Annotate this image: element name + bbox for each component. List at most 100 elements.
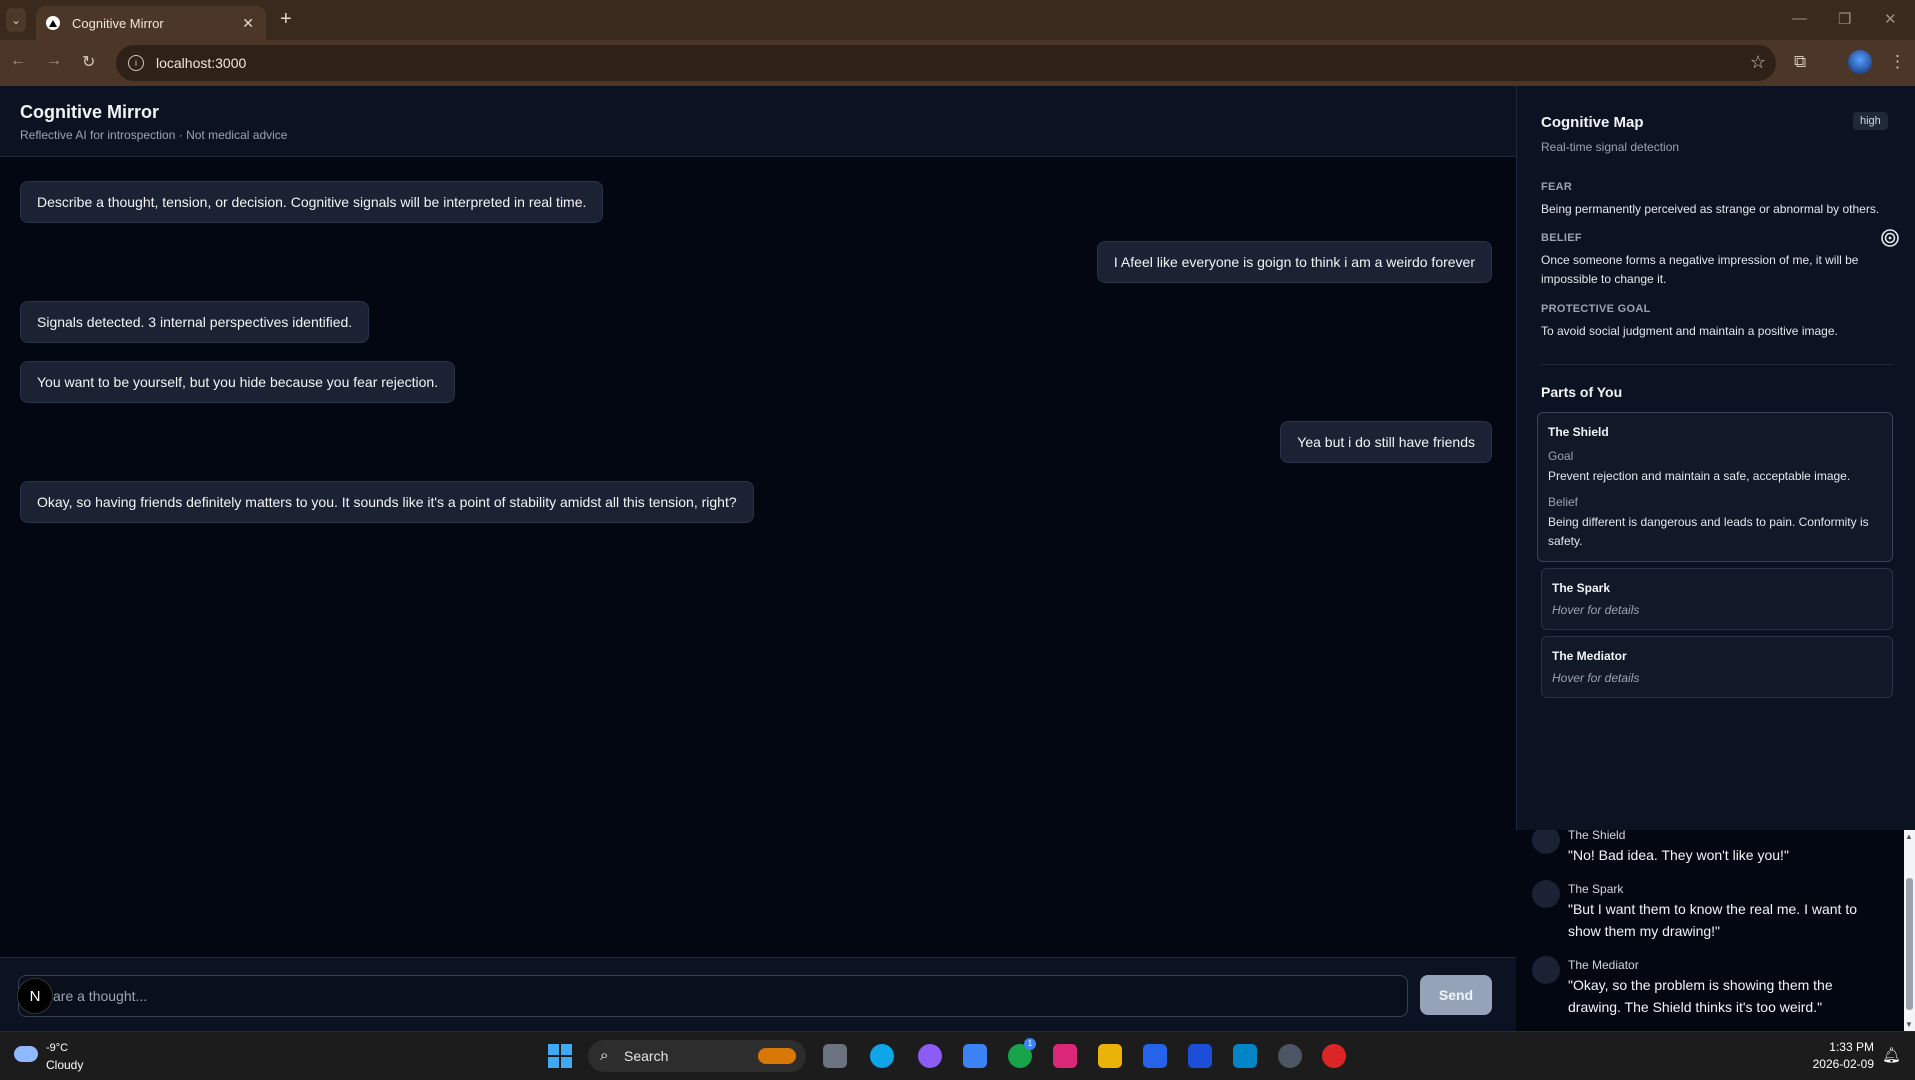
- signal-label-belief: BELIEF: [1541, 232, 1582, 244]
- user-message: Yea but i do still have friends: [1280, 421, 1492, 463]
- dialogue-scrollbar[interactable]: ▲ ▼: [1904, 830, 1915, 1031]
- speaker-name: The Spark: [1568, 882, 1624, 896]
- divider: [1541, 364, 1893, 365]
- search-highlight-icon: [758, 1048, 796, 1064]
- file-explorer-icon[interactable]: [1098, 1044, 1122, 1068]
- part-belief-text: Being different is dangerous and leads t…: [1548, 515, 1869, 548]
- tab-close-icon[interactable]: ✕: [242, 15, 254, 32]
- windows-start-icon[interactable]: [548, 1044, 572, 1068]
- url-text[interactable]: localhost:3000: [156, 55, 246, 71]
- system-clock[interactable]: 1:33 PM 2026-02-09: [1810, 1040, 1874, 1071]
- forward-icon[interactable]: →: [46, 52, 62, 70]
- part-goal-label: Goal: [1548, 449, 1574, 463]
- chat-area: Describe a thought, tension, or decision…: [0, 157, 1516, 957]
- part-name: The Shield: [1548, 425, 1609, 439]
- assistant-message: Signals detected. 3 internal perspective…: [20, 301, 370, 343]
- windows-taskbar: -9°C Cloudy ⌕ Search 1 1:33 PM 2026-02-0…: [0, 1031, 1915, 1080]
- signal-label-protective-goal: PROTECTIVE GOAL: [1541, 303, 1651, 315]
- browser-toolbar: ← → ↻ i localhost:3000 ☆ ⧉ ⋮: [0, 40, 1915, 86]
- speaker-avatar: [1532, 830, 1560, 854]
- app-header: Cognitive Mirror Reflective AI for intro…: [0, 86, 1516, 157]
- part-hint: Hover for details: [1552, 603, 1640, 617]
- chrome-icon[interactable]: [1322, 1044, 1346, 1068]
- taskbar-search[interactable]: ⌕ Search: [588, 1040, 806, 1072]
- search-icon: ⌕: [600, 1047, 609, 1064]
- tab-favicon-icon: [46, 16, 60, 30]
- restore-icon[interactable]: ❐: [1838, 10, 1851, 28]
- scrollbar-thumb[interactable]: [1906, 878, 1913, 1010]
- extensions-icon[interactable]: ⧉: [1794, 52, 1806, 72]
- xbox-notification-badge: 1: [1024, 1038, 1036, 1050]
- signal-text-fear: Being permanently perceived as strange o…: [1541, 202, 1880, 216]
- weather-temperature: -9°C: [46, 1042, 69, 1054]
- part-name: The Mediator: [1552, 649, 1627, 663]
- copilot-icon[interactable]: [918, 1044, 942, 1068]
- user-message: I Afeel like everyone is goign to think …: [1096, 241, 1492, 283]
- microsoft-store-icon[interactable]: [963, 1044, 987, 1068]
- cognitive-map-panel: Cognitive Map high Real-time signal dete…: [1516, 86, 1915, 830]
- assistant-message: Describe a thought, tension, or decision…: [20, 181, 604, 223]
- speaker-avatar: [1532, 956, 1560, 984]
- search-label: Search: [624, 1048, 669, 1064]
- scroll-down-icon[interactable]: ▼: [1905, 1020, 1913, 1029]
- clock-time: 1:33 PM: [1829, 1040, 1874, 1054]
- site-info-icon[interactable]: i: [128, 55, 144, 71]
- inner-dialogue-panel[interactable]: The Shield "No! Bad idea. They won't lik…: [1516, 830, 1904, 1031]
- speaker-name: The Mediator: [1568, 958, 1639, 972]
- clock-date: 2026-02-09: [1812, 1057, 1874, 1071]
- tab-list-chevron-icon[interactable]: ⌄: [6, 8, 26, 32]
- thought-input[interactable]: are a thought...: [18, 975, 1408, 1017]
- reload-icon[interactable]: ↻: [82, 52, 95, 72]
- app-title: Cognitive Mirror: [20, 102, 160, 122]
- notification-bell-icon[interactable]: 🔔︎: [1882, 1046, 1901, 1064]
- part-name: The Spark: [1552, 581, 1611, 595]
- part-hint: Hover for details: [1552, 671, 1640, 685]
- tab-title: Cognitive Mirror: [72, 15, 164, 31]
- photos-icon[interactable]: [1233, 1044, 1257, 1068]
- speaker-quote: "But I want them to know the real me. I …: [1568, 901, 1857, 939]
- text-app-icon[interactable]: [1188, 1044, 1212, 1068]
- part-goal-text: Prevent rejection and maintain a safe, a…: [1548, 469, 1851, 483]
- signal-text-protective-goal: To avoid social judgment and maintain a …: [1541, 324, 1838, 338]
- cloud-icon: [14, 1046, 38, 1062]
- parts-title: Parts of You: [1541, 384, 1623, 400]
- settings-gear-icon[interactable]: [1278, 1044, 1302, 1068]
- signal-label-fear: FEAR: [1541, 181, 1573, 193]
- input-placeholder: are a thought...: [53, 988, 148, 1004]
- nextjs-devtools-badge[interactable]: N: [17, 978, 53, 1014]
- back-icon[interactable]: ←: [10, 52, 26, 70]
- menu-kebab-icon[interactable]: ⋮: [1889, 52, 1906, 72]
- speaker-quote: "Okay, so the problem is showing them th…: [1568, 977, 1833, 1015]
- app-subtitle: Reflective AI for introspection · Not me…: [20, 128, 288, 142]
- edge-browser-icon[interactable]: [870, 1044, 894, 1068]
- bookmark-star-icon[interactable]: ☆: [1750, 52, 1766, 73]
- assistant-message: Okay, so having friends definitely matte…: [20, 481, 754, 523]
- vscode-icon[interactable]: [1143, 1044, 1167, 1068]
- task-view-icon[interactable]: [823, 1044, 847, 1068]
- part-card-mediator[interactable]: The Mediator Hover for details: [1541, 636, 1893, 698]
- part-card-shield[interactable]: The Shield Goal Prevent rejection and ma…: [1537, 412, 1893, 562]
- composer: are a thought... Send: [0, 957, 1516, 1032]
- intensity-badge: high: [1853, 112, 1888, 130]
- part-belief-label: Belief: [1548, 495, 1579, 509]
- cognitive-map-subtitle: Real-time signal detection: [1541, 140, 1680, 154]
- weather-condition: Cloudy: [46, 1058, 84, 1072]
- speaker-quote: "No! Bad idea. They won't like you!": [1568, 847, 1789, 863]
- browser-tab[interactable]: Cognitive Mirror ✕: [36, 6, 266, 40]
- spiral-icon[interactable]: [1880, 228, 1900, 248]
- browser-tab-bar: ⌄ Cognitive Mirror ✕ + — ❐ ✕: [0, 0, 1915, 40]
- minimize-icon[interactable]: —: [1792, 10, 1807, 27]
- speaker-name: The Shield: [1568, 830, 1626, 842]
- new-tab-button[interactable]: +: [280, 8, 292, 31]
- photo-app-icon[interactable]: [1053, 1044, 1077, 1068]
- part-card-spark[interactable]: The Spark Hover for details: [1541, 568, 1893, 630]
- speaker-avatar: [1532, 880, 1560, 908]
- cognitive-map-title: Cognitive Map: [1541, 114, 1644, 131]
- address-bar[interactable]: i localhost:3000 ☆: [116, 45, 1776, 81]
- profile-avatar[interactable]: [1848, 50, 1872, 74]
- window-close-icon[interactable]: ✕: [1884, 10, 1897, 28]
- scroll-up-icon[interactable]: ▲: [1905, 832, 1913, 841]
- send-button[interactable]: Send: [1420, 975, 1492, 1015]
- signal-text-belief: Once someone forms a negative impression…: [1541, 253, 1859, 286]
- assistant-message: You want to be yourself, but you hide be…: [20, 361, 456, 403]
